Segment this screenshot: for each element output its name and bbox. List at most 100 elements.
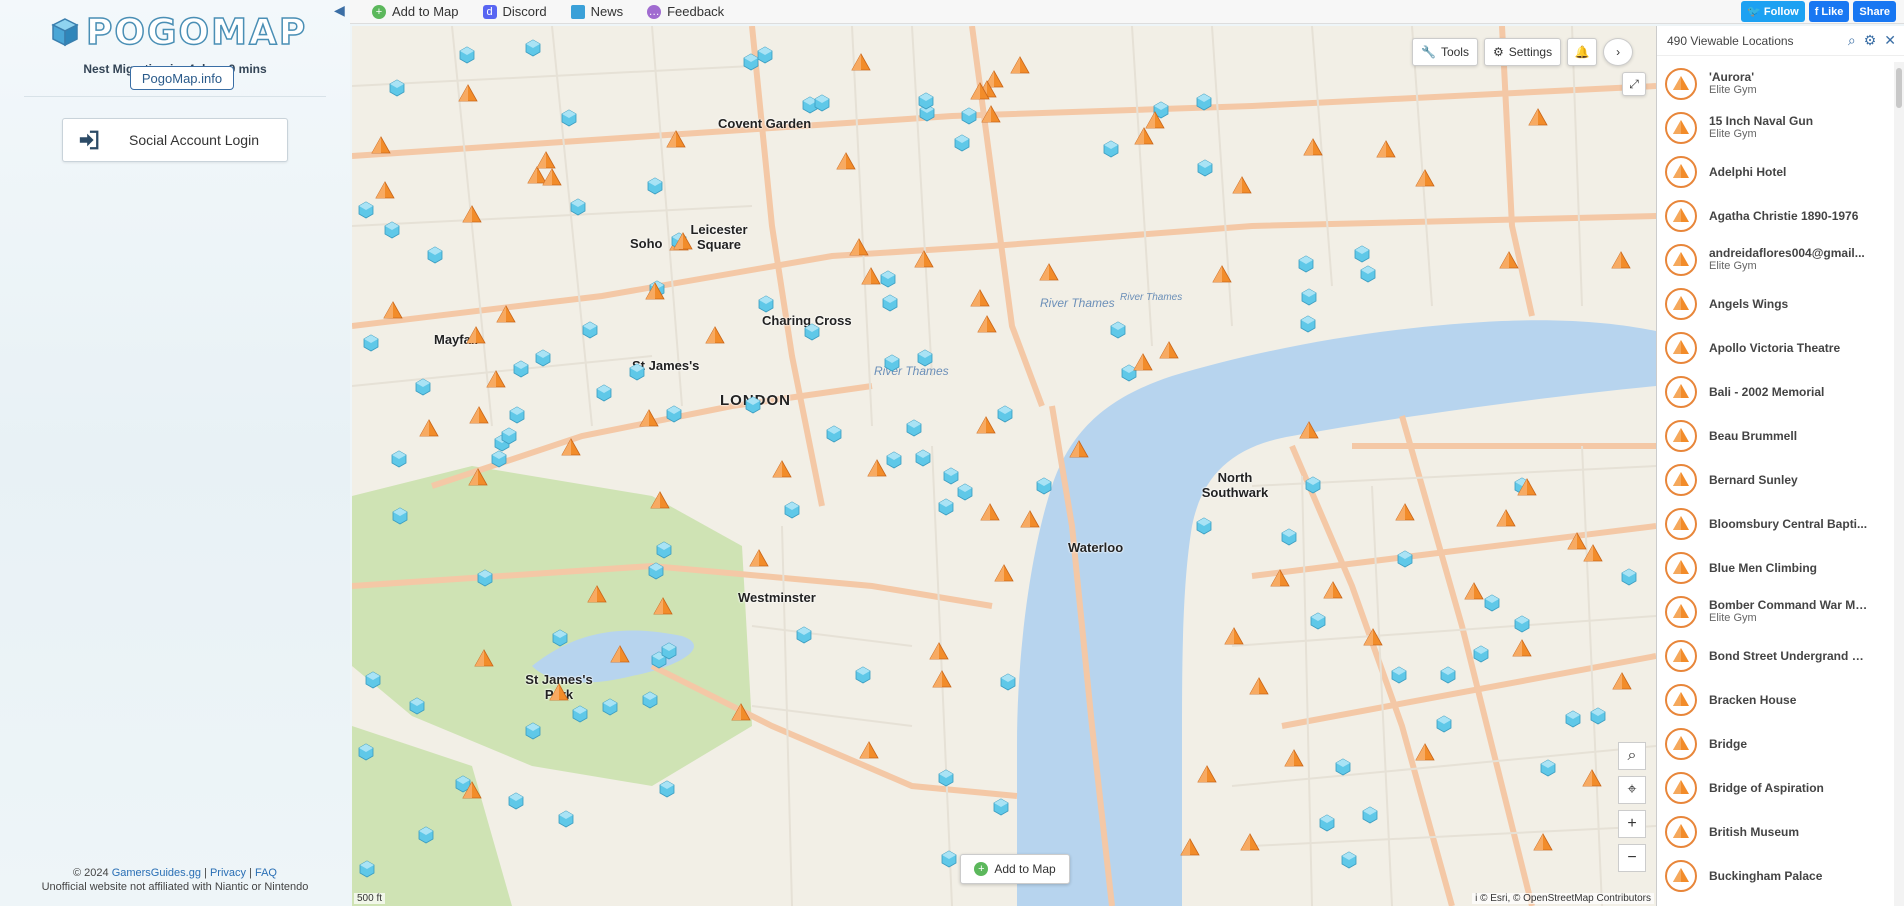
pokestop-marker[interactable] [1197, 159, 1213, 177]
gym-marker[interactable] [1159, 341, 1179, 359]
pokestop-marker[interactable] [1301, 288, 1317, 306]
pokestop-marker[interactable] [525, 722, 541, 740]
gym-marker[interactable] [1583, 544, 1603, 562]
pokestop-marker[interactable] [648, 562, 664, 580]
gym-marker[interactable] [851, 53, 871, 71]
gym-marker[interactable] [1284, 749, 1304, 767]
pokestop-marker[interactable] [513, 360, 529, 378]
pokestop-marker[interactable] [572, 705, 588, 723]
gym-marker[interactable] [1376, 140, 1396, 158]
pokestop-marker[interactable] [1103, 140, 1119, 158]
pokestop-marker[interactable] [1397, 550, 1413, 568]
gym-marker[interactable] [861, 267, 881, 285]
pokestop-marker[interactable] [826, 425, 842, 443]
location-item[interactable]: andreidaflores004@gmail... Elite Gym [1657, 238, 1892, 282]
pokestop-marker[interactable] [1036, 477, 1052, 495]
gym-marker[interactable] [731, 703, 751, 721]
pogomap-info-button[interactable]: PogoMap.info [130, 66, 234, 90]
pokestop-marker[interactable] [1335, 758, 1351, 776]
gym-marker[interactable] [1240, 833, 1260, 851]
gym-marker[interactable] [639, 409, 659, 427]
pokestop-marker[interactable] [409, 697, 425, 715]
gym-marker[interactable] [650, 491, 670, 509]
gym-marker[interactable] [932, 670, 952, 688]
gym-marker[interactable] [1249, 677, 1269, 695]
pokestop-marker[interactable] [1341, 851, 1357, 869]
pokestop-marker[interactable] [552, 629, 568, 647]
gym-marker[interactable] [1464, 582, 1484, 600]
pokestop-marker[interactable] [1514, 615, 1530, 633]
pokestop-marker[interactable] [1121, 364, 1137, 382]
gym-marker[interactable] [1582, 769, 1602, 787]
gym-marker[interactable] [994, 564, 1014, 582]
pokestop-marker[interactable] [917, 349, 933, 367]
pokestop-marker[interactable] [1473, 645, 1489, 663]
pokestop-marker[interactable] [1565, 710, 1581, 728]
pokestop-marker[interactable] [1436, 715, 1452, 733]
location-item[interactable]: Bomber Command War Memor...Elite Gym [1657, 590, 1892, 634]
location-item[interactable]: Bracken House [1657, 678, 1892, 722]
pokestop-marker[interactable] [880, 270, 896, 288]
pokestop-marker[interactable] [957, 483, 973, 501]
pokestop-marker[interactable] [525, 39, 541, 57]
gym-marker[interactable] [462, 205, 482, 223]
news-link[interactable]: News [570, 4, 623, 19]
location-item[interactable]: British Museum [1657, 810, 1892, 854]
pokestop-marker[interactable] [906, 419, 922, 437]
discord-link[interactable]: d Discord [482, 4, 547, 19]
feedback-link[interactable]: … Feedback [647, 4, 724, 19]
pokestop-marker[interactable] [358, 201, 374, 219]
pokestop-marker[interactable] [491, 450, 507, 468]
gym-marker[interactable] [849, 238, 869, 256]
gym-marker[interactable] [1299, 421, 1319, 439]
gym-marker[interactable] [549, 683, 569, 701]
gym-marker[interactable] [836, 152, 856, 170]
gym-marker[interactable] [458, 84, 478, 102]
collapse-panel-icon[interactable]: ◀ [334, 2, 348, 22]
notifications-button[interactable]: 🔔 [1567, 38, 1598, 66]
pokestop-marker[interactable] [757, 46, 773, 64]
pokestop-marker[interactable] [459, 46, 475, 64]
facebook-like-button[interactable]: f Like [1808, 1, 1850, 22]
pokestop-marker[interactable] [602, 698, 618, 716]
location-item[interactable]: 15 Inch Naval Gun Elite Gym [1657, 106, 1892, 150]
location-item[interactable]: Bali - 2002 Memorial [1657, 370, 1892, 414]
gym-marker[interactable] [466, 326, 486, 344]
pokestop-marker[interactable] [561, 109, 577, 127]
pokestop-marker[interactable] [629, 363, 645, 381]
social-login-button[interactable]: Social Account Login [62, 118, 288, 162]
gym-marker[interactable] [527, 166, 547, 184]
gym-marker[interactable] [1303, 138, 1323, 156]
gamersguides-link[interactable]: GamersGuides.gg [112, 867, 201, 879]
pokestop-marker[interactable] [745, 396, 761, 414]
gym-marker[interactable] [1415, 169, 1435, 187]
gym-marker[interactable] [474, 649, 494, 667]
pokestop-marker[interactable] [743, 53, 759, 71]
location-item[interactable]: Beau Brummell [1657, 414, 1892, 458]
gym-marker[interactable] [1197, 765, 1217, 783]
privacy-link[interactable]: Privacy [210, 867, 246, 879]
pokestop-marker[interactable] [954, 134, 970, 152]
pokestop-marker[interactable] [477, 569, 493, 587]
pokestop-marker[interactable] [418, 826, 434, 844]
gym-marker[interactable] [1039, 263, 1059, 281]
pokestop-marker[interactable] [359, 860, 375, 878]
search-icon[interactable]: ⌕ [1848, 32, 1856, 49]
gym-marker[interactable] [1415, 743, 1435, 761]
pokestop-marker[interactable] [582, 321, 598, 339]
pokestop-marker[interactable] [1590, 707, 1606, 725]
pokestop-marker[interactable] [1319, 814, 1335, 832]
gym-marker[interactable] [1323, 581, 1343, 599]
facebook-share-button[interactable]: Share [1853, 1, 1896, 22]
gym-marker[interactable] [653, 597, 673, 615]
add-to-map-link[interactable]: + Add to Map [372, 4, 459, 19]
pokestop-marker[interactable] [993, 798, 1009, 816]
gym-marker[interactable] [1499, 251, 1519, 269]
pokestop-marker[interactable] [415, 378, 431, 396]
pokestop-marker[interactable] [384, 221, 400, 239]
pokestop-marker[interactable] [642, 691, 658, 709]
pokestop-marker[interactable] [886, 451, 902, 469]
gym-marker[interactable] [1224, 627, 1244, 645]
pokestop-marker[interactable] [855, 666, 871, 684]
zoom-out-button[interactable]: − [1618, 844, 1646, 872]
